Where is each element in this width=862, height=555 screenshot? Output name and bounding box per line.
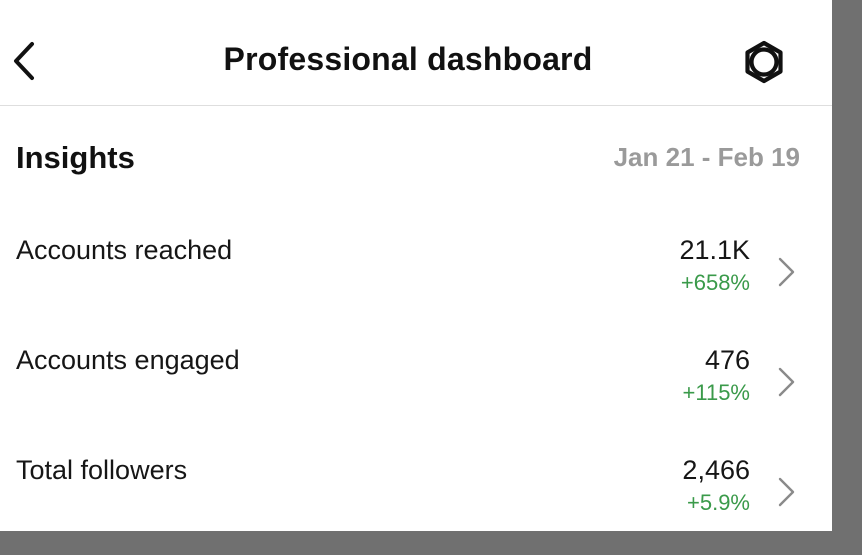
insight-row-value: 476: [704, 345, 750, 375]
insight-row-total-followers[interactable]: Total followers 2,466 +5.9%: [0, 445, 832, 531]
chevron-right-icon: [772, 365, 800, 399]
insight-row-change: +658%: [680, 270, 750, 295]
chevron-right-icon: [772, 475, 800, 509]
chevron-right-icon: [772, 255, 800, 289]
page-title: Professional dashboard: [223, 41, 593, 77]
insight-row-label: Total followers: [16, 455, 188, 485]
date-range-label[interactable]: Jan 21 - Feb 19: [614, 142, 800, 173]
insight-row-accounts-reached[interactable]: Accounts reached 21.1K +658%: [0, 225, 832, 315]
insight-row-label: Accounts engaged: [16, 345, 240, 375]
insight-row-change: +115%: [682, 380, 750, 405]
insights-title: Insights: [16, 140, 135, 175]
insight-row-value: 2,466: [682, 455, 750, 485]
dashboard-screen: Professional dashboard Insights Jan 21 -…: [0, 0, 832, 531]
insight-row-label: Accounts reached: [16, 235, 233, 265]
gear-icon: [745, 40, 783, 84]
insight-row-change: +5.9%: [687, 490, 750, 515]
insight-row-accounts-engaged[interactable]: Accounts engaged 476 +115%: [0, 335, 832, 425]
insight-row-value: 21.1K: [679, 235, 750, 265]
settings-button[interactable]: [738, 36, 790, 88]
header-bar: Professional dashboard: [0, 0, 832, 106]
